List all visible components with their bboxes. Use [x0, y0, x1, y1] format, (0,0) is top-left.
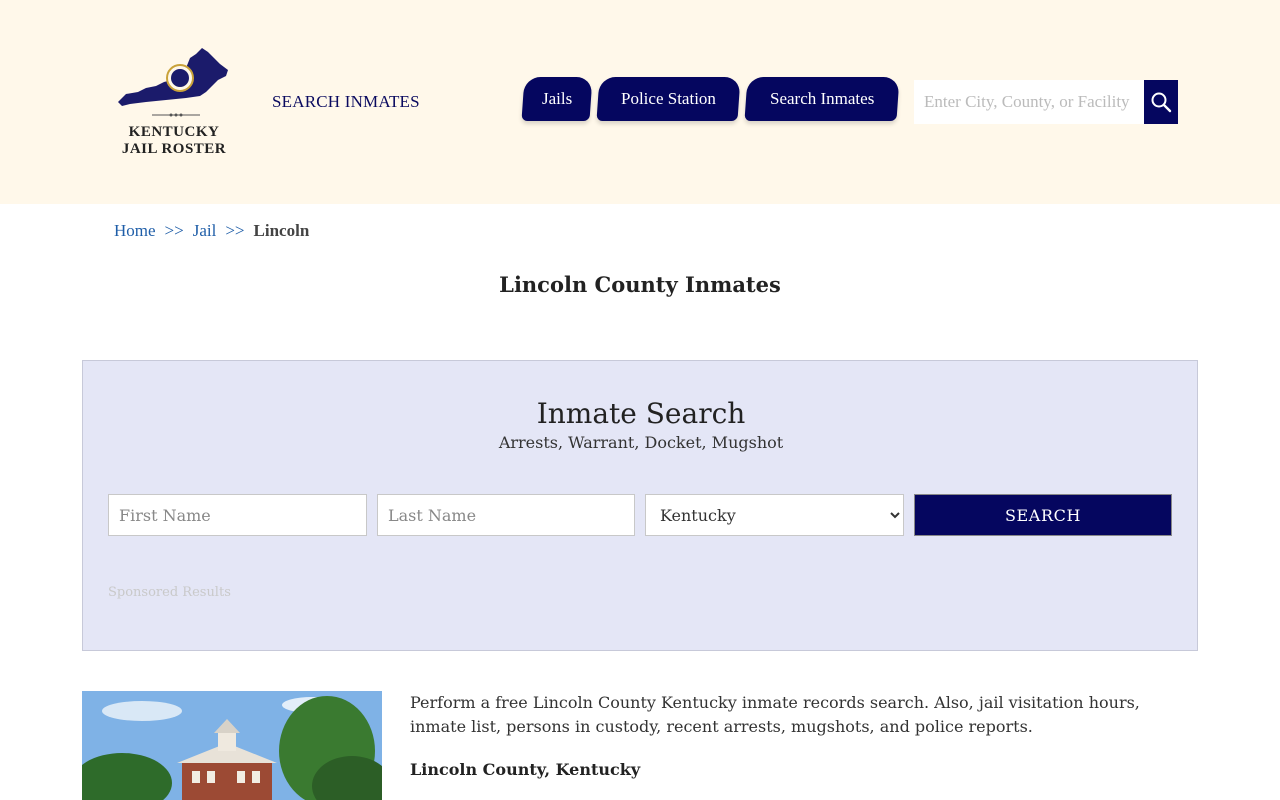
page-title: Lincoln County Inmates	[499, 272, 781, 297]
courthouse-illustration	[82, 691, 382, 800]
breadcrumb: Home >> Jail >> Lincoln	[114, 221, 309, 241]
breadcrumb-separator: >>	[225, 221, 245, 240]
nav-jails-button[interactable]: Jails	[521, 77, 593, 121]
nav-jails-label: Jails	[541, 89, 573, 108]
nav-search-inmates-label: Search Inmates	[769, 89, 875, 108]
first-name-input[interactable]	[108, 494, 367, 536]
logo-line-1: Kentucky	[128, 124, 220, 140]
site-search-input[interactable]	[914, 80, 1144, 124]
breadcrumb-separator: >>	[164, 221, 184, 240]
kentucky-map-logo-icon	[118, 48, 228, 117]
inmate-search-title: Inmate Search	[536, 397, 746, 430]
inmate-search-panel: Inmate Search Arrests, Warrant, Docket, …	[82, 360, 1198, 651]
last-name-input[interactable]	[377, 494, 635, 536]
courthouse-photo	[82, 691, 382, 800]
breadcrumb-jail-link[interactable]: Jail	[193, 221, 217, 240]
breadcrumb-home-link[interactable]: Home	[114, 221, 156, 240]
nav-police-station-button[interactable]: Police Station	[596, 77, 741, 121]
inmate-search-button[interactable]: SEARCH	[914, 494, 1172, 536]
site-search-button[interactable]	[1144, 80, 1178, 124]
site-search	[914, 80, 1178, 124]
county-subheading: Lincoln County, Kentucky	[410, 760, 641, 779]
nav-police-station-label: Police Station	[621, 89, 716, 108]
logo-line-2: Jail Roster	[121, 141, 227, 157]
state-select[interactable]: Kentucky	[645, 494, 904, 536]
breadcrumb-current: Lincoln	[253, 221, 310, 240]
site-logo[interactable]: Kentucky Jail Roster	[112, 44, 236, 164]
inmate-search-subtitle: Arrests, Warrant, Docket, Mugshot	[498, 433, 784, 452]
site-header: Kentucky Jail Roster SEARCH INMATES Jail…	[0, 0, 1280, 204]
intro-paragraph: Perform a free Lincoln County Kentucky i…	[410, 693, 1140, 736]
nav-search-inmates-button[interactable]: Search Inmates	[744, 77, 900, 121]
sponsored-results-label: Sponsored Results	[108, 585, 231, 600]
magnifier-icon	[1151, 92, 1172, 113]
search-inmates-link[interactable]: SEARCH INMATES	[272, 92, 420, 112]
logo-text: Kentucky Jail Roster	[112, 124, 236, 158]
